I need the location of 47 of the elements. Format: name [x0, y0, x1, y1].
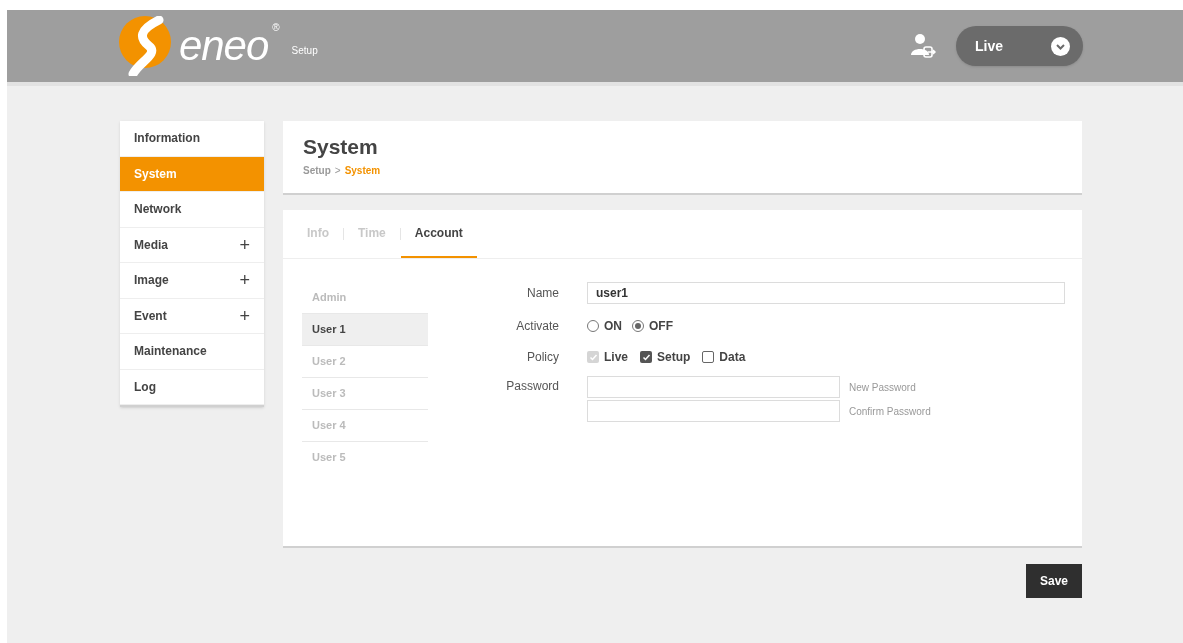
sidebar-item[interactable]: Information: [120, 121, 264, 157]
sidebar-item[interactable]: Media +: [120, 227, 264, 263]
password-field[interactable]: [587, 400, 840, 422]
expand-icon[interactable]: +: [239, 235, 250, 254]
name-field[interactable]: user1: [587, 282, 1065, 304]
sidebar-item-label: Event: [134, 307, 167, 325]
sidebar-item[interactable]: Log: [120, 369, 264, 405]
save-button[interactable]: Save: [1026, 564, 1082, 598]
logo-icon: [119, 16, 171, 76]
logo-wordmark: eneo: [179, 25, 269, 67]
checkbox-label: Setup: [657, 349, 691, 366]
breadcrumb-separator: >: [334, 164, 341, 179]
field-label: Activate: [515, 318, 560, 335]
tab[interactable]: Account: [400, 210, 477, 258]
sidebar-item-label: Media: [134, 236, 168, 254]
sidebar-item-label: Image: [134, 272, 169, 290]
chevron-down-icon: [1051, 36, 1070, 56]
field-hint: Confirm Password: [849, 404, 931, 419]
checkbox[interactable]: [702, 351, 715, 363]
checkbox-label: Data: [719, 349, 746, 366]
sidebar-item[interactable]: Event +: [120, 298, 264, 334]
expand-icon[interactable]: +: [239, 306, 250, 325]
field-label: Name: [526, 285, 560, 302]
sidebar-item[interactable]: Image +: [120, 263, 264, 299]
breadcrumb-current: System: [344, 164, 381, 179]
sidebar-item[interactable]: Network: [120, 192, 264, 228]
field-label: Password: [505, 378, 560, 395]
mode-dropdown[interactable]: Live: [956, 26, 1083, 66]
sidebar-item-label: Log: [134, 378, 156, 396]
password-field[interactable]: [587, 376, 840, 398]
checkbox[interactable]: [640, 351, 652, 363]
registered-mark: ®: [272, 21, 280, 35]
page-title: System: [303, 134, 379, 160]
user-list-item[interactable]: User 1: [302, 314, 428, 346]
sidebar-item-label: System: [134, 165, 177, 183]
field-hint: New Password: [849, 380, 916, 395]
sidebar-item-label: Network: [134, 201, 182, 219]
field-label: Policy: [526, 349, 560, 366]
sidebar-item[interactable]: Maintenance: [120, 334, 264, 370]
checkbox-label: Live: [604, 349, 628, 366]
radio-label: OFF: [649, 318, 673, 335]
logo-subtitle: Setup: [291, 43, 318, 58]
radio-label: ON: [604, 318, 622, 335]
user-logout-icon[interactable]: [910, 33, 936, 59]
expand-icon[interactable]: +: [239, 271, 250, 290]
sidebar-item-label: Maintenance: [134, 343, 207, 361]
sidebar-item-label: Information: [134, 130, 200, 148]
